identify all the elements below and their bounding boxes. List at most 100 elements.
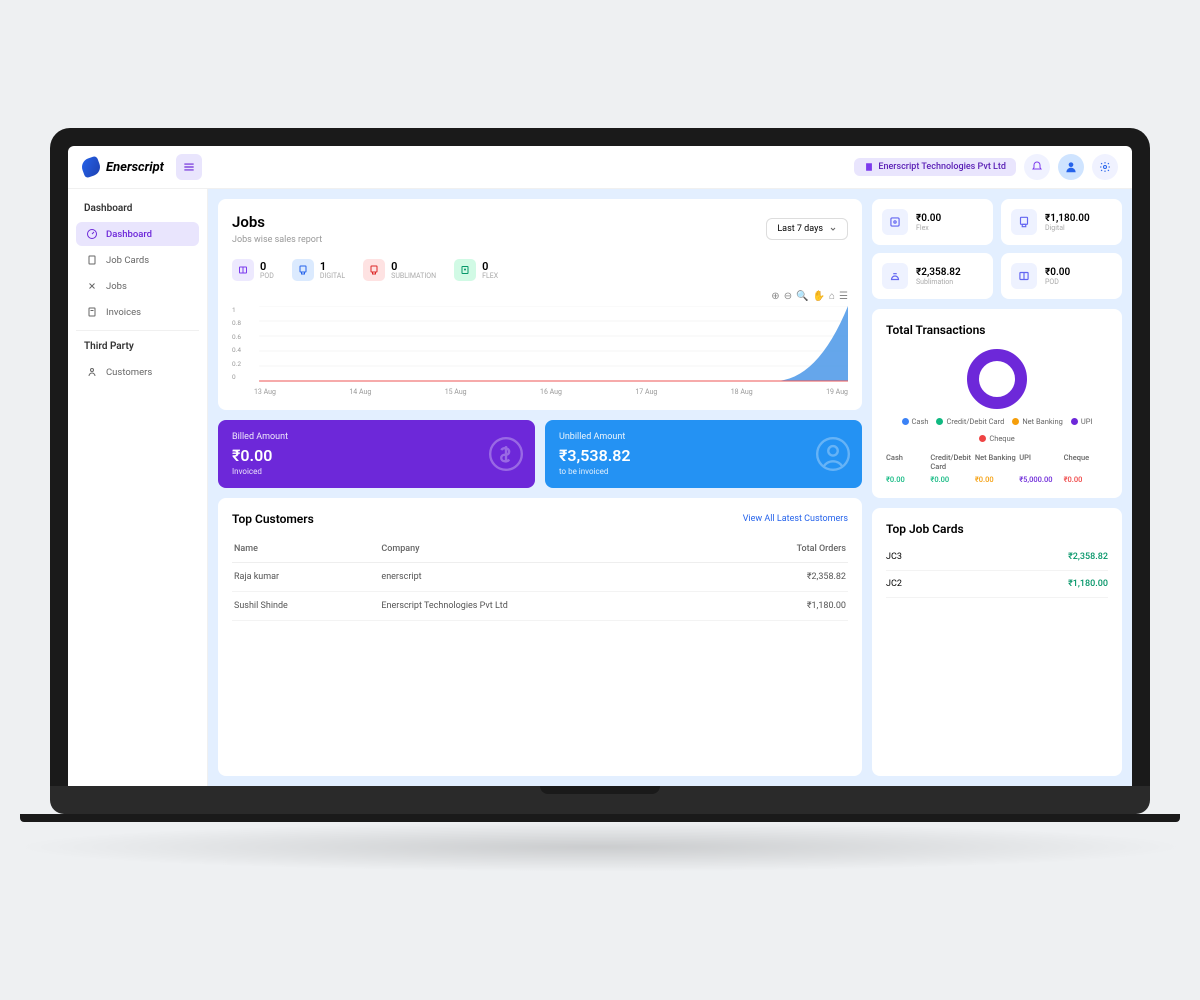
legend-item: UPI bbox=[1071, 417, 1093, 426]
metric-digital: ₹1,180.00Digital bbox=[1001, 199, 1122, 245]
tx-value: ₹0.00 bbox=[886, 475, 930, 484]
metric-sublimation: ₹2,358.82Sublimation bbox=[872, 253, 993, 299]
legend-dot bbox=[902, 418, 909, 425]
sidebar-item-label: Invoices bbox=[106, 307, 141, 318]
jobs-card: Jobs Jobs wise sales report Last 7 days bbox=[218, 199, 862, 410]
tx-col-header: Cheque bbox=[1064, 453, 1108, 471]
sidebar-item-dashboard[interactable]: Dashboard bbox=[76, 222, 199, 246]
hamburger-icon bbox=[182, 160, 196, 174]
tx-value: ₹5,000.00 bbox=[1019, 475, 1063, 484]
chart-xtick: 13 Aug bbox=[254, 388, 276, 396]
sidebar-item-jobs[interactable]: Jobs bbox=[76, 274, 199, 298]
jobcard-row[interactable]: JC2₹1,180.00 bbox=[886, 571, 1108, 598]
metrics-grid: ₹0.00Flex ₹1,180.00Digital ₹2,358.82Subl… bbox=[872, 199, 1122, 299]
stat-label: POD bbox=[260, 272, 274, 280]
legend-label: Net Banking bbox=[1022, 417, 1063, 426]
chart-tool-menu-icon[interactable]: ☰ bbox=[839, 291, 848, 302]
jobs-subtitle: Jobs wise sales report bbox=[232, 235, 322, 245]
metric-icon bbox=[882, 209, 908, 235]
chevron-down-icon bbox=[829, 225, 837, 233]
chart-xtick: 18 Aug bbox=[731, 388, 753, 396]
metric-value: ₹1,180.00 bbox=[1045, 213, 1090, 224]
chart-tool-zoom-out-icon[interactable]: ⊖ bbox=[784, 291, 792, 302]
unbilled-sub: to be invoiced bbox=[559, 467, 848, 476]
settings-button[interactable] bbox=[1092, 154, 1118, 180]
metric-value: ₹0.00 bbox=[1045, 267, 1070, 278]
dropdown-label: Last 7 days bbox=[777, 224, 823, 234]
metric-label: Digital bbox=[1045, 224, 1090, 232]
chart-tool-home-icon[interactable]: ⌂ bbox=[829, 291, 835, 302]
chart-tool-pan-icon[interactable]: ✋ bbox=[813, 291, 825, 302]
sidebar-item-label: Jobs bbox=[106, 281, 127, 292]
table-row[interactable]: Sushil ShindeEnerscript Technologies Pvt… bbox=[232, 592, 848, 621]
sidebar-item-jobcards[interactable]: Job Cards bbox=[76, 248, 199, 272]
view-all-customers-link[interactable]: View All Latest Customers bbox=[743, 514, 848, 524]
jobcard-row[interactable]: JC3 ₹2,358.82 bbox=[886, 544, 1108, 571]
chart-ytick: 0 bbox=[232, 373, 241, 381]
billed-sub: Invoiced bbox=[232, 467, 521, 476]
legend-item: Cash bbox=[902, 417, 929, 426]
job-stat-sublimation: 0Sublimation bbox=[363, 259, 436, 281]
metric-icon bbox=[1011, 209, 1037, 235]
stat-label: Flex bbox=[482, 272, 498, 280]
content-area: Jobs Jobs wise sales report Last 7 days bbox=[208, 189, 1132, 786]
menu-toggle-button[interactable] bbox=[176, 154, 202, 180]
metric-value: ₹0.00 bbox=[916, 213, 941, 224]
stat-icon bbox=[292, 259, 314, 281]
jobs-chart: 10.80.60.40.20 bbox=[232, 306, 848, 386]
chart-xtick: 17 Aug bbox=[635, 388, 657, 396]
legend-label: Cash bbox=[912, 417, 929, 426]
table-header: Total Orders bbox=[712, 536, 848, 563]
customer-total: ₹1,180.00 bbox=[712, 592, 848, 621]
user-icon bbox=[1064, 160, 1078, 174]
tools-icon bbox=[86, 280, 98, 292]
top-customers-title: Top Customers bbox=[232, 512, 314, 526]
table-header: Company bbox=[379, 536, 711, 563]
legend-item: Cheque bbox=[979, 434, 1014, 443]
tx-col-header: Cash bbox=[886, 453, 930, 471]
chart-xtick: 14 Aug bbox=[349, 388, 371, 396]
chart-xtick: 15 Aug bbox=[445, 388, 467, 396]
table-row[interactable]: Raja kumarenerscript₹2,358.82 bbox=[232, 563, 848, 592]
stat-icon bbox=[454, 259, 476, 281]
date-range-dropdown[interactable]: Last 7 days bbox=[766, 218, 848, 240]
laptop-mockup: Enerscript Enerscript Technologies Pvt L… bbox=[50, 128, 1150, 872]
sidebar-item-label: Job Cards bbox=[106, 255, 149, 266]
metric-icon bbox=[882, 263, 908, 289]
notifications-button[interactable] bbox=[1024, 154, 1050, 180]
transactions-donut-chart bbox=[967, 349, 1027, 409]
legend-label: Credit/Debit Card bbox=[946, 417, 1004, 426]
customer-name: Raja kumar bbox=[232, 563, 379, 592]
tx-value: ₹0.00 bbox=[1064, 475, 1108, 484]
unbilled-label: Unbilled Amount bbox=[559, 432, 848, 442]
sidebar-item-customers[interactable]: Customers bbox=[76, 360, 199, 384]
top-customers-card: Top Customers View All Latest Customers … bbox=[218, 498, 862, 776]
org-badge[interactable]: Enerscript Technologies Pvt Ltd bbox=[854, 158, 1016, 176]
legend-item: Net Banking bbox=[1012, 417, 1063, 426]
jobs-title: Jobs bbox=[232, 213, 322, 231]
chart-tool-zoom-in-icon[interactable]: ⊕ bbox=[771, 291, 779, 302]
brand-name: Enerscript bbox=[106, 160, 164, 175]
legend-dot bbox=[1071, 418, 1078, 425]
top-jobcards-card: Top Job Cards JC3₹2,358.82JC2₹1,180.00 bbox=[872, 508, 1122, 776]
tx-value: ₹0.00 bbox=[930, 475, 974, 484]
stat-value: 0 bbox=[482, 261, 498, 272]
bell-icon bbox=[1031, 161, 1043, 173]
chart-xtick: 19 Aug bbox=[826, 388, 848, 396]
sidebar-section-dashboard: Dashboard bbox=[76, 199, 199, 218]
jobcard-id: JC3 bbox=[886, 552, 902, 562]
job-stat-flex: 0Flex bbox=[454, 259, 498, 281]
sidebar-item-invoices[interactable]: Invoices bbox=[76, 300, 199, 324]
building-icon bbox=[864, 162, 874, 172]
chart-ytick: 0.8 bbox=[232, 319, 241, 327]
user-avatar[interactable] bbox=[1058, 154, 1084, 180]
customer-total: ₹2,358.82 bbox=[712, 563, 848, 592]
stat-label: DIGITAL bbox=[320, 272, 345, 280]
users-icon bbox=[86, 366, 98, 378]
brand-logo[interactable]: Enerscript bbox=[82, 158, 164, 176]
metric-value: ₹2,358.82 bbox=[916, 267, 961, 278]
chart-tool-search-icon[interactable]: 🔍 bbox=[796, 291, 808, 302]
gear-icon bbox=[1099, 161, 1111, 173]
customer-company: Enerscript Technologies Pvt Ltd bbox=[379, 592, 711, 621]
jobcard-amount: ₹2,358.82 bbox=[1068, 552, 1108, 562]
